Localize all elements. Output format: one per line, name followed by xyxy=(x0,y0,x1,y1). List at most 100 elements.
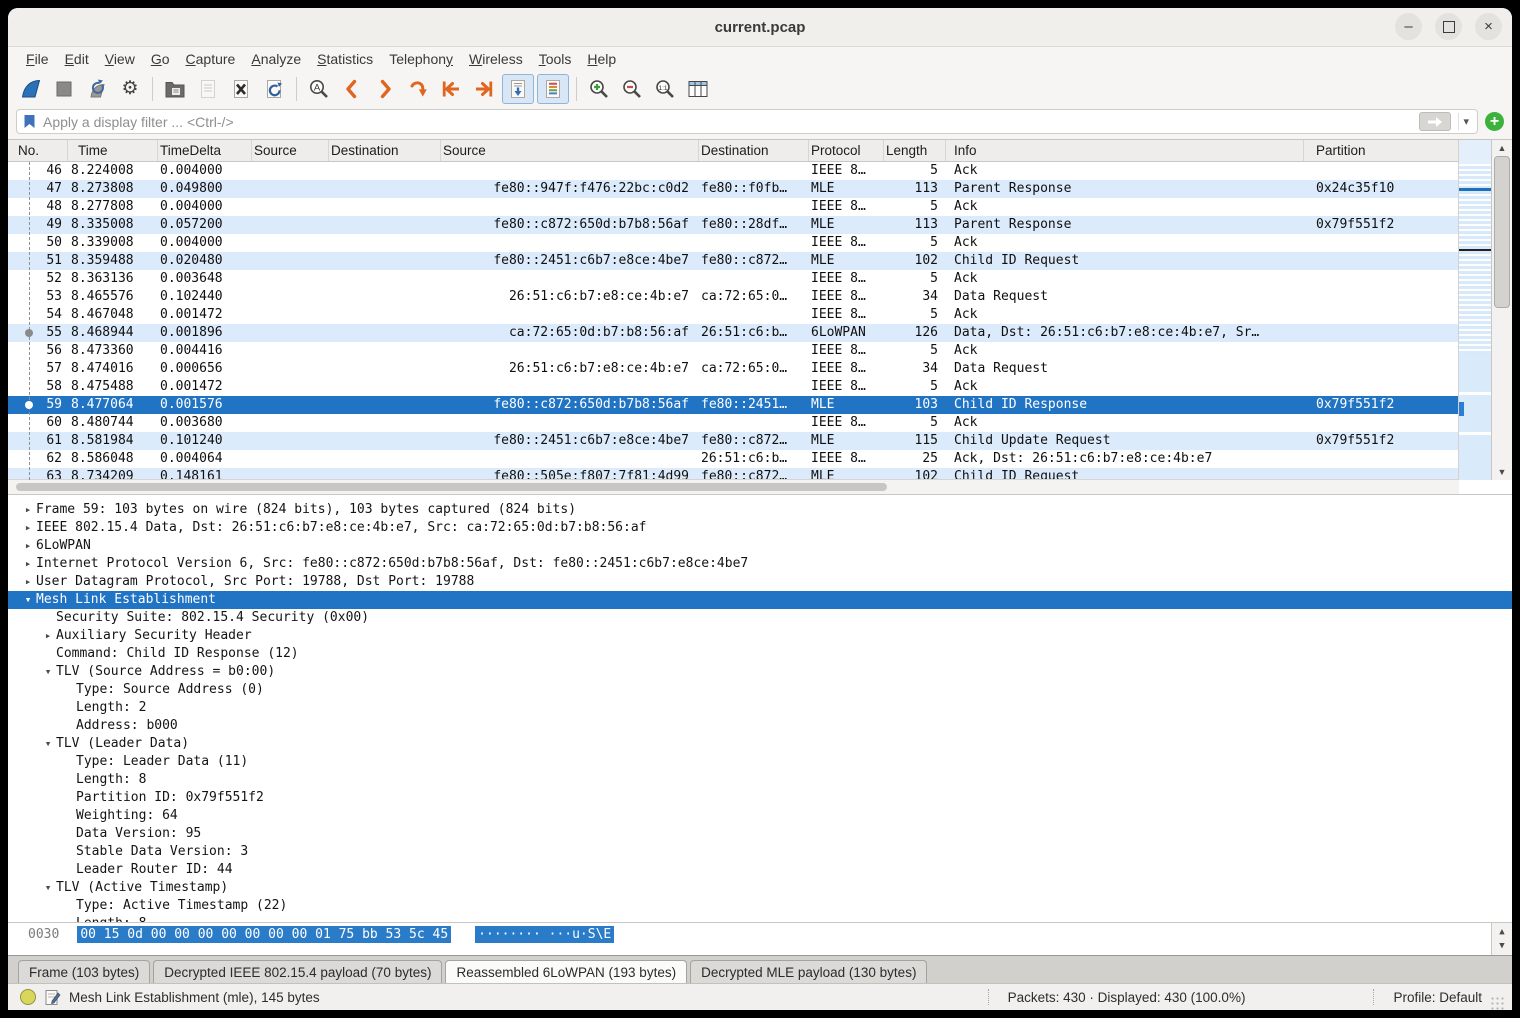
go-back-button[interactable] xyxy=(337,75,367,103)
scroll-up-arrow[interactable]: ▲ xyxy=(1492,925,1512,939)
column-header-source-5[interactable]: Source xyxy=(441,140,699,161)
scroll-up-arrow[interactable]: ▲ xyxy=(1492,141,1512,155)
detail-field[interactable]: Command: Child ID Response (12) xyxy=(8,645,1512,663)
byte-view-tab-0[interactable]: Frame (103 bytes) xyxy=(18,960,150,983)
menu-view[interactable]: View xyxy=(97,50,143,68)
save-file-button[interactable] xyxy=(193,75,223,103)
add-filter-button[interactable]: + xyxy=(1485,112,1504,131)
resize-columns-button[interactable] xyxy=(683,75,713,103)
detail-field[interactable]: Address: b000 xyxy=(8,717,1512,735)
packet-list-vscrollbar[interactable]: ▲ ▼ xyxy=(1491,140,1512,480)
detail-node[interactable]: ▸User Datagram Protocol, Src Port: 19788… xyxy=(8,573,1512,591)
zoom-original-button[interactable]: 1:1 xyxy=(650,75,680,103)
column-header-destination-4[interactable]: Destination xyxy=(329,140,441,161)
capture-comment-icon[interactable] xyxy=(44,989,61,1006)
detail-node[interactable]: ▾TLV (Leader Data) xyxy=(8,735,1512,753)
hex-bytes-selected[interactable]: 00 15 0d 00 00 00 00 00 00 00 01 75 bb 5… xyxy=(77,926,451,943)
packet-row-55[interactable]: 558.4689440.001896ca:72:65:0d:b7:b8:56:a… xyxy=(8,324,1459,342)
column-header-protocol-7[interactable]: Protocol xyxy=(809,140,884,161)
column-header-partition-10[interactable]: Partition xyxy=(1304,140,1459,161)
go-first-button[interactable] xyxy=(436,75,466,103)
column-header-timedelta-2[interactable]: TimeDelta xyxy=(158,140,252,161)
expand-arrow-icon[interactable]: ▸ xyxy=(40,627,56,645)
status-profile[interactable]: Profile: Default xyxy=(1393,990,1482,1005)
collapse-arrow-icon[interactable]: ▾ xyxy=(20,591,36,609)
detail-node[interactable]: ▸IEEE 802.15.4 Data, Dst: 26:51:c6:b7:e8… xyxy=(8,519,1512,537)
go-last-button[interactable] xyxy=(469,75,499,103)
packet-list-hscrollbar[interactable] xyxy=(8,479,1459,494)
detail-node[interactable]: ▸Auxiliary Security Header xyxy=(8,627,1512,645)
column-header-time-1[interactable]: Time xyxy=(68,140,158,161)
scroll-down-arrow[interactable]: ▼ xyxy=(1492,939,1512,953)
collapse-arrow-icon[interactable]: ▾ xyxy=(40,663,56,681)
menu-statistics[interactable]: Statistics xyxy=(309,50,381,68)
packet-row-52[interactable]: 528.3631360.003648IEEE 8…5Ack xyxy=(8,270,1459,288)
collapse-arrow-icon[interactable]: ▾ xyxy=(40,879,56,897)
column-header-no-0[interactable]: No. xyxy=(8,140,68,161)
menu-analyze[interactable]: Analyze xyxy=(243,50,309,68)
packet-row-62[interactable]: 628.5860480.00406426:51:c6:b…IEEE 8…25Ac… xyxy=(8,450,1459,468)
packet-row-50[interactable]: 508.3390080.004000IEEE 8…5Ack xyxy=(8,234,1459,252)
detail-field[interactable]: Leader Router ID: 44 xyxy=(8,861,1512,879)
menu-capture[interactable]: Capture xyxy=(178,50,244,68)
close-file-button[interactable] xyxy=(226,75,256,103)
expand-arrow-icon[interactable]: ▸ xyxy=(20,501,36,519)
detail-node[interactable]: ▾Mesh Link Establishment xyxy=(8,591,1512,609)
column-header-destination-6[interactable]: Destination xyxy=(699,140,809,161)
zoom-in-button[interactable] xyxy=(584,75,614,103)
go-forward-button[interactable] xyxy=(370,75,400,103)
menu-wireless[interactable]: Wireless xyxy=(461,50,531,68)
apply-filter-button[interactable] xyxy=(1419,112,1451,131)
bytes-pane-scrollbar[interactable]: ▲ ▼ xyxy=(1491,923,1512,955)
detail-node[interactable]: ▸6LoWPAN xyxy=(8,537,1512,555)
packet-row-59[interactable]: 598.4770640.001576fe80::c872:650d:b7b8:5… xyxy=(8,396,1459,414)
detail-field[interactable]: Weighting: 64 xyxy=(8,807,1512,825)
detail-node[interactable]: ▾TLV (Active Timestamp) xyxy=(8,879,1512,897)
packet-row-61[interactable]: 618.5819840.101240fe80::2451:c6b7:e8ce:4… xyxy=(8,432,1459,450)
detail-node[interactable]: ▾TLV (Source Address = b0:00) xyxy=(8,663,1512,681)
start-capture-button[interactable] xyxy=(16,75,46,103)
reload-file-button[interactable] xyxy=(259,75,289,103)
detail-field[interactable]: Data Version: 95 xyxy=(8,825,1512,843)
menu-go[interactable]: Go xyxy=(143,50,178,68)
byte-view-tab-2[interactable]: Reassembled 6LoWPAN (193 bytes) xyxy=(445,960,687,983)
auto-scroll-button[interactable] xyxy=(502,74,534,104)
menu-edit[interactable]: Edit xyxy=(57,50,97,68)
expand-arrow-icon[interactable]: ▸ xyxy=(20,537,36,555)
detail-node[interactable]: ▸Frame 59: 103 bytes on wire (824 bits),… xyxy=(8,501,1512,519)
detail-node[interactable]: ▸Internet Protocol Version 6, Src: fe80:… xyxy=(8,555,1512,573)
detail-field[interactable]: Length: 8 xyxy=(8,771,1512,789)
menu-help[interactable]: Help xyxy=(579,50,624,68)
hscroll-thumb[interactable] xyxy=(16,483,887,491)
packet-row-46[interactable]: 468.2240080.004000IEEE 8…5Ack xyxy=(8,162,1459,180)
vscroll-thumb[interactable] xyxy=(1494,156,1510,308)
minimize-button[interactable]: – xyxy=(1395,13,1422,40)
expand-arrow-icon[interactable]: ▸ xyxy=(20,573,36,591)
find-packet-button[interactable]: A xyxy=(304,75,334,103)
detail-field[interactable]: Stable Data Version: 3 xyxy=(8,843,1512,861)
expand-arrow-icon[interactable]: ▸ xyxy=(20,519,36,537)
packet-row-51[interactable]: 518.3594880.020480fe80::2451:c6b7:e8ce:4… xyxy=(8,252,1459,270)
maximize-button[interactable] xyxy=(1435,13,1462,40)
hex-ascii-selected[interactable]: ········ ···u·S\E xyxy=(475,926,614,943)
detail-field[interactable]: Partition ID: 0x79f551f2 xyxy=(8,789,1512,807)
expand-arrow-icon[interactable]: ▸ xyxy=(20,555,36,573)
collapse-arrow-icon[interactable]: ▾ xyxy=(40,735,56,753)
detail-field[interactable]: Type: Leader Data (11) xyxy=(8,753,1512,771)
detail-field[interactable]: Type: Source Address (0) xyxy=(8,681,1512,699)
stop-capture-button[interactable] xyxy=(49,75,79,103)
display-filter-input[interactable]: Apply a display filter ... <Ctrl-/> ▾ xyxy=(16,109,1478,134)
detail-field[interactable]: Length: 2 xyxy=(8,699,1512,717)
packet-row-53[interactable]: 538.4655760.10244026:51:c6:b7:e8:ce:4b:e… xyxy=(8,288,1459,306)
zoom-out-button[interactable] xyxy=(617,75,647,103)
packet-row-57[interactable]: 578.4740160.00065626:51:c6:b7:e8:ce:4b:e… xyxy=(8,360,1459,378)
restart-capture-button[interactable] xyxy=(82,75,112,103)
column-header-info-9[interactable]: Info xyxy=(946,140,1304,161)
colorize-button[interactable] xyxy=(537,74,569,104)
packet-row-60[interactable]: 608.4807440.003680IEEE 8…5Ack xyxy=(8,414,1459,432)
packet-row-54[interactable]: 548.4670480.001472IEEE 8…5Ack xyxy=(8,306,1459,324)
menu-file[interactable]: File xyxy=(18,50,57,68)
open-file-button[interactable] xyxy=(160,75,190,103)
go-to-packet-button[interactable] xyxy=(403,75,433,103)
column-header-length-8[interactable]: Length xyxy=(884,140,946,161)
